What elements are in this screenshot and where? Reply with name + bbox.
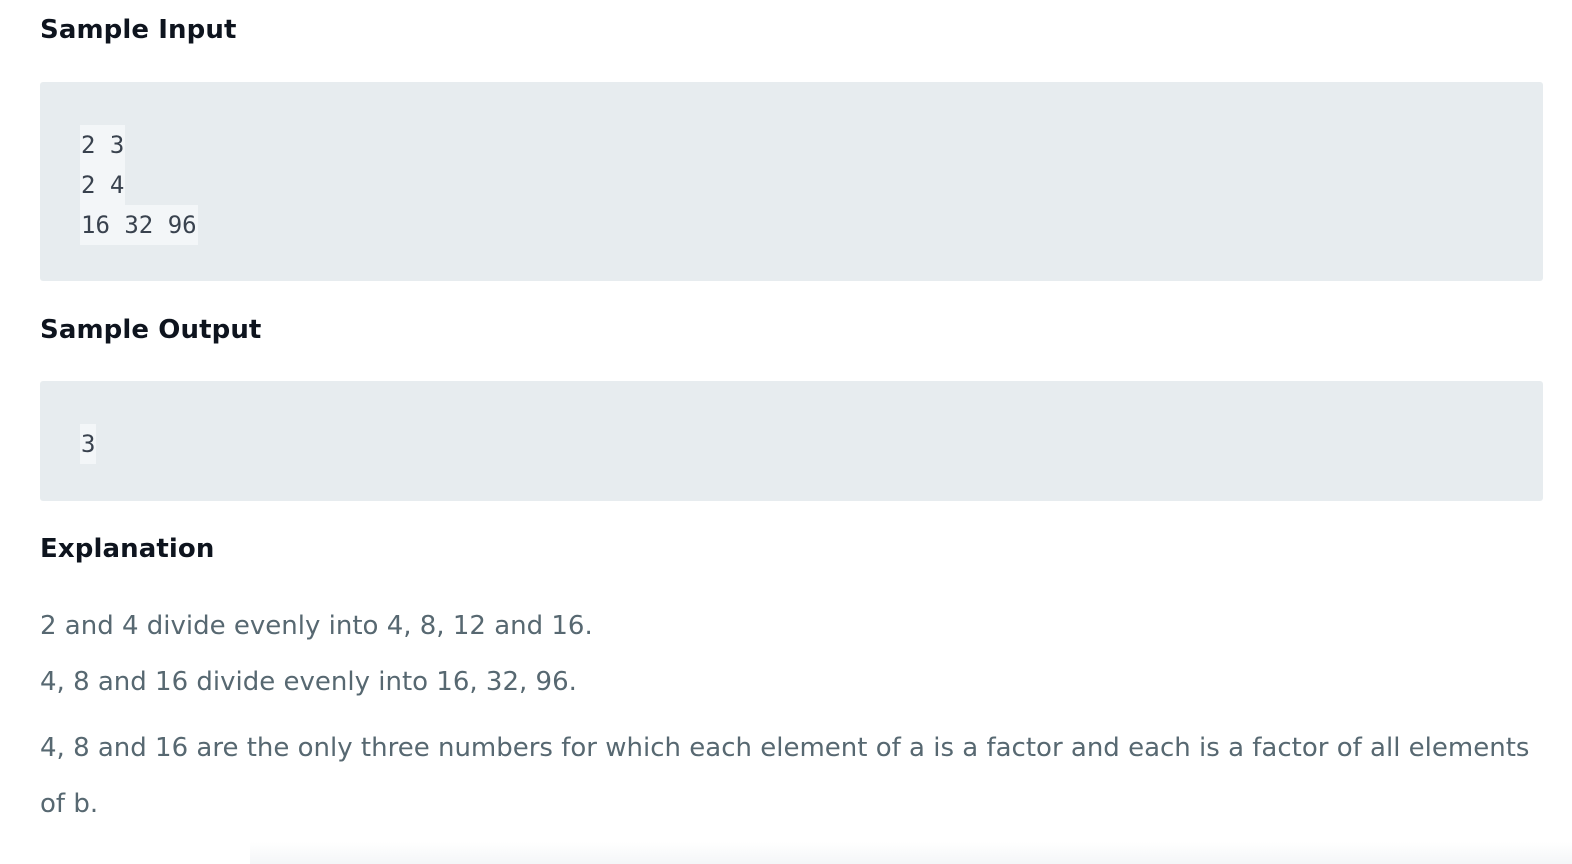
code-line-text: 3: [81, 430, 96, 458]
code-line: 3: [80, 424, 97, 464]
explanation-paragraph: 4, 8 and 16 are the only three numbers f…: [40, 733, 1530, 819]
sample-input-heading: Sample Input: [40, 15, 237, 45]
explanation-paragraph: 2 and 4 divide evenly into 4, 8, 12 and …: [40, 611, 593, 641]
explanation-paragraph: 4, 8 and 16 divide evenly into 16, 32, 9…: [40, 667, 577, 697]
sample-output-code: 3: [80, 424, 97, 464]
sample-output-heading: Sample Output: [40, 315, 262, 345]
sample-input-block: 2 3 2 4 16 32 96: [40, 82, 1543, 281]
code-line-text: 16 32 96: [81, 211, 197, 239]
code-line: 2 4: [80, 165, 126, 205]
code-line-text: 2 4: [81, 171, 125, 199]
sample-input-code: 2 3 2 4 16 32 96: [80, 125, 198, 245]
sample-output-block: 3: [40, 381, 1543, 501]
bottom-shadow: [250, 842, 1572, 864]
code-line-text: 2 3: [81, 131, 125, 159]
explanation-heading: Explanation: [40, 534, 215, 564]
code-line: 16 32 96: [80, 205, 198, 245]
code-line: 2 3: [80, 125, 126, 165]
